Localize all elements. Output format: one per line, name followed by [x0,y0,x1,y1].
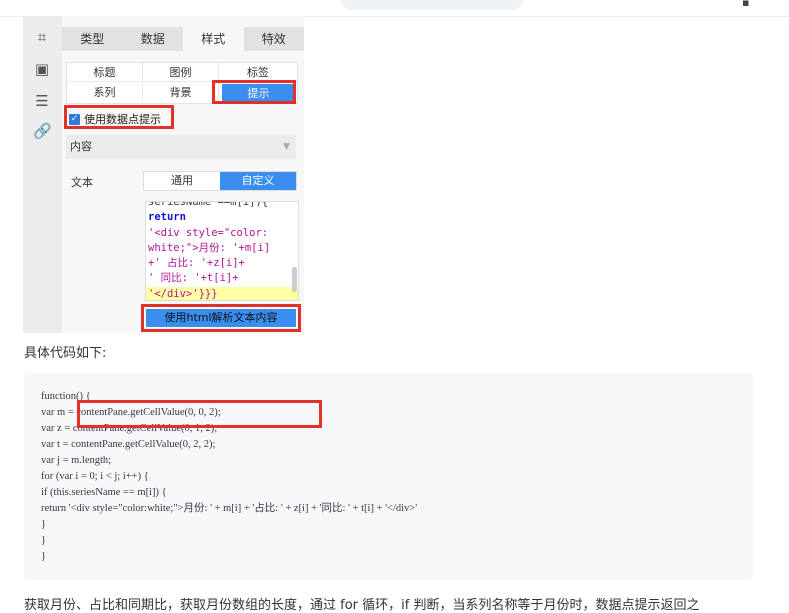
code-line: for (var i = 0; i < j; i++) { [41,471,149,482]
code-line: var t = contentPane.getCellValue(0, 2, 2… [41,439,216,450]
editor-line: seriesName ==m[i]){ [148,201,269,208]
editor-line: '<div style="color: [148,226,269,239]
code-line: return '<div style="color:white;">月份: ' … [41,503,418,514]
section-label: 内容 [70,140,92,153]
editor-line: return [148,211,186,224]
chevron-down-icon: ▼ [283,142,290,152]
code-line: var j = m.length; [41,455,112,466]
code-line: if (this.seriesName == m[i]) { [41,487,167,498]
sub-tab-title[interactable]: 标题 [67,63,143,82]
sub-tab-background[interactable]: 背景 [143,83,219,102]
highlight-html-button [141,304,301,332]
code-block: function() { var m = contentPane.getCell… [24,373,753,580]
top-bar: ▪ [0,0,789,17]
intro-text: 具体代码如下: [24,346,107,361]
text-mode-custom[interactable]: 自定义 [220,172,296,190]
editor-line: white;">月份: '+m[i] [148,241,271,254]
tab-style[interactable]: 样式 [183,27,244,51]
highlight-checkbox [64,105,174,129]
tab-data[interactable]: 数据 [123,27,184,51]
align-icon[interactable]: ☰ [33,92,51,110]
sub-tab-series[interactable]: 系列 [67,83,143,102]
top-right-icon[interactable]: ▪ [742,0,749,9]
designer-panel-screenshot: ⌗ ▣ ☰ 🔗 类型 数据 样式 特效 标题 图例 标签 系列 背景 提示 ✓ … [23,16,304,333]
custom-code-editor[interactable]: seriesName ==m[i]){ return '<div style="… [145,201,299,301]
code-line: } [41,535,47,546]
code-line: } [41,519,47,530]
tab-effects[interactable]: 特效 [244,27,305,51]
highlight-tooltip-tab [212,80,296,104]
editor-line: ' 同比: '+t[i]+ [148,272,239,285]
properties-pane: 类型 数据 样式 特效 标题 图例 标签 系列 背景 提示 ✓ 使用数据点提示 … [62,16,304,333]
dropdown-widget-icon[interactable]: ▣ [33,60,51,78]
code-line: } [41,551,47,562]
text-mode-toggle: 通用 自定义 [143,171,297,191]
crop-icon[interactable]: ⌗ [33,28,51,46]
text-label: 文本 [71,176,93,189]
editor-scrollbar[interactable] [292,267,297,292]
search-pill[interactable] [340,0,524,10]
sub-tab-legend[interactable]: 图例 [143,63,219,82]
editor-line: +' 占比: '+z[i]+ [148,257,245,270]
outro-text: 获取月份、占比和同期比，获取月份数组的长度，通过 for 循环，if 判断，当系… [24,598,700,613]
text-mode-general[interactable]: 通用 [144,172,220,190]
tab-type[interactable]: 类型 [62,27,123,51]
content-section-header[interactable]: 内容 ▼ [66,135,296,159]
property-tabs: 类型 数据 样式 特效 [62,27,304,51]
side-icon-strip: ⌗ ▣ ☰ 🔗 [23,16,62,333]
editor-line: '</div>'}}} [146,286,298,300]
link-icon[interactable]: 🔗 [33,122,52,140]
highlight-getcellvalue [77,400,322,428]
